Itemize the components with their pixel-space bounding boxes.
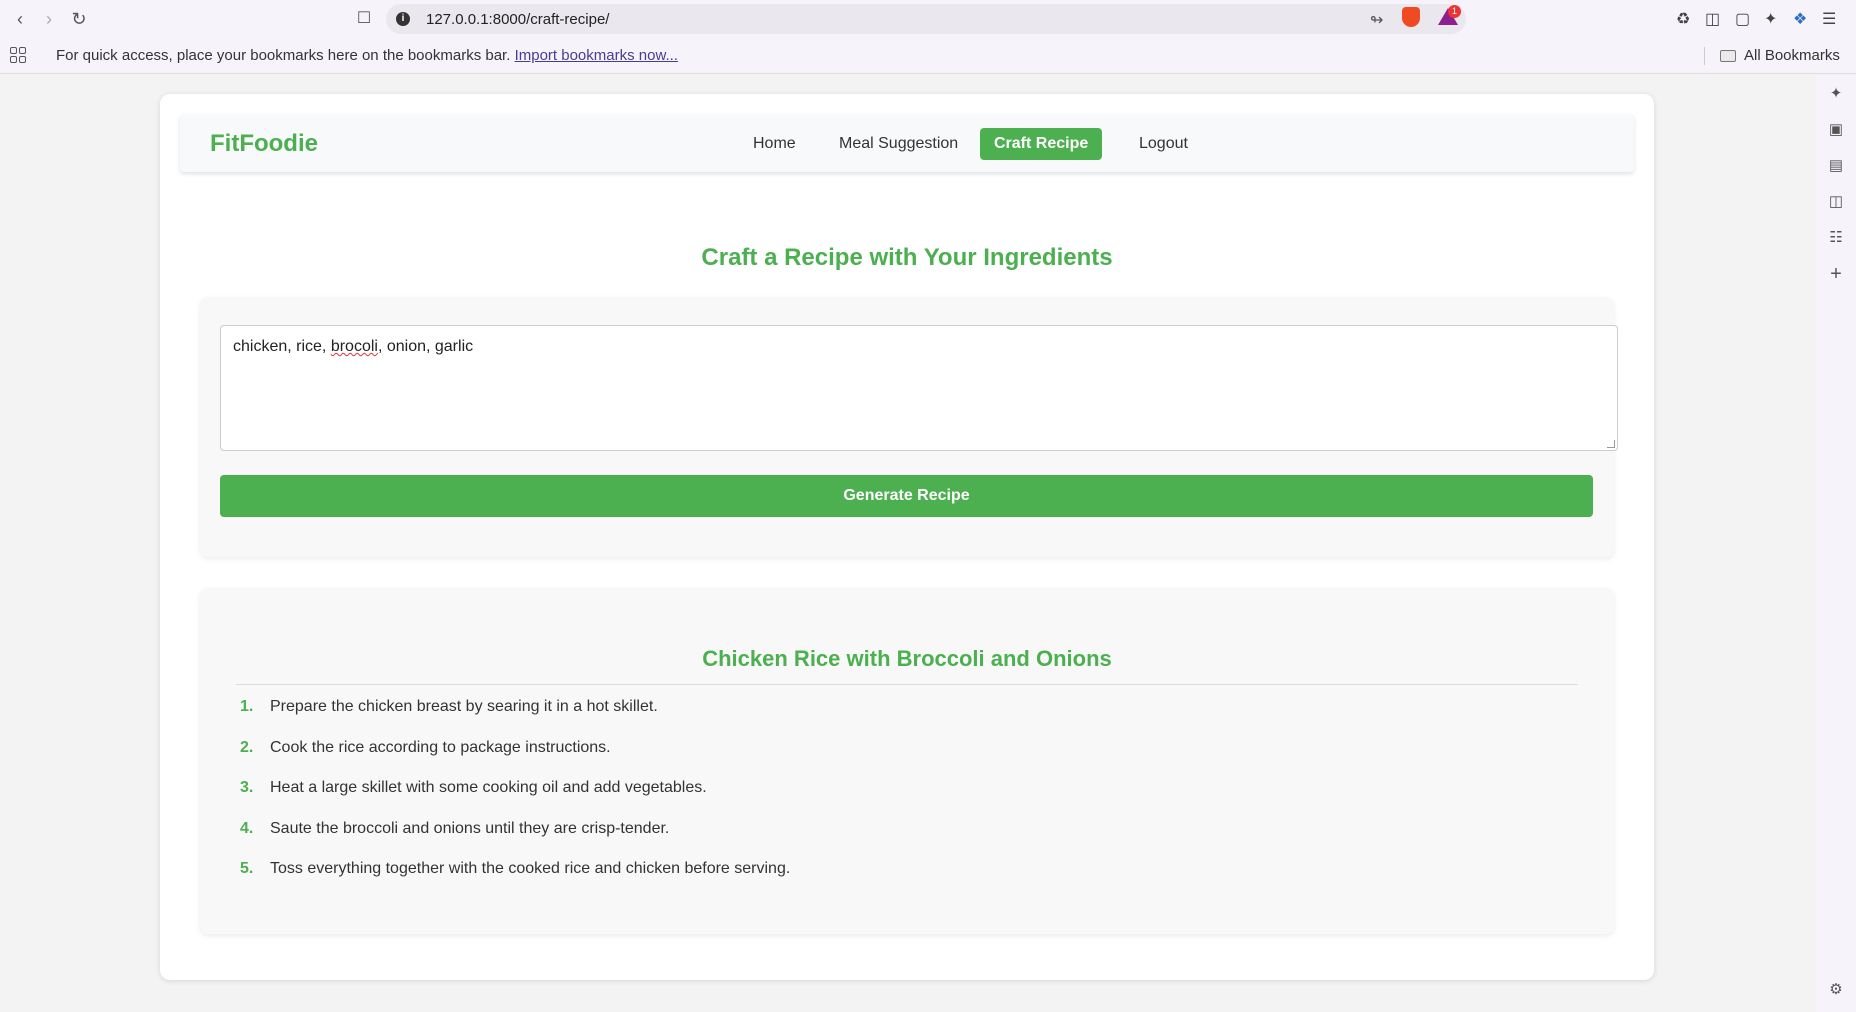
leo-ai-icon[interactable]: ✦ bbox=[1764, 9, 1777, 29]
recipe-form: chicken, rice, brocoli, onion, garlic Ge… bbox=[200, 297, 1618, 557]
ingredients-textarea[interactable]: chicken, rice, brocoli, onion, garlic bbox=[220, 325, 1618, 451]
bookmarks-icon[interactable]: ◫ bbox=[1827, 193, 1845, 211]
bookmark-icon[interactable]: ☐ bbox=[352, 8, 376, 30]
divider bbox=[1704, 47, 1705, 65]
step-number: 1. bbox=[240, 698, 254, 715]
generate-recipe-button[interactable]: Generate Recipe bbox=[220, 475, 1593, 517]
wallet-icon[interactable]: ▢ bbox=[1735, 9, 1750, 29]
settings-gear-icon[interactable]: ⚙ bbox=[1827, 981, 1845, 999]
recipe-step: 3. Heat a large skillet with some cooking… bbox=[240, 779, 707, 797]
step-text: Toss everything together with the cooked… bbox=[270, 860, 791, 877]
leo-ai-icon[interactable]: ✦ bbox=[1827, 85, 1845, 103]
back-icon[interactable]: ‹ bbox=[8, 8, 32, 30]
browser-sidebar: ✦ ▣ ▤ ◫ ☷ + ⚙ bbox=[1816, 75, 1856, 1012]
extensions-icon[interactable]: ♻ bbox=[1676, 9, 1690, 29]
wallet-icon[interactable]: ▤ bbox=[1827, 157, 1845, 175]
reading-list-icon[interactable]: ☷ bbox=[1827, 229, 1845, 247]
brave-shield-icon[interactable] bbox=[1402, 7, 1420, 27]
step-text: Saute the broccoli and onions until they… bbox=[270, 820, 670, 837]
recipe-step: 5. Toss everything together with the cook… bbox=[240, 860, 790, 878]
share-icon[interactable]: ↬ bbox=[1370, 10, 1383, 30]
vpn-icon[interactable]: ❖ bbox=[1793, 9, 1807, 29]
misspelled-word: brocoli bbox=[330, 338, 378, 355]
recipe-result: Chicken Rice with Broccoli and Onions 1.… bbox=[200, 588, 1614, 934]
import-bookmarks-link[interactable]: Import bookmarks now... bbox=[515, 47, 678, 64]
bookmarks-prompt-text: For quick access, place your bookmarks h… bbox=[56, 47, 511, 64]
resize-handle[interactable] bbox=[1607, 440, 1615, 448]
menu-icon[interactable]: ☰ bbox=[1822, 9, 1836, 29]
brand-logo[interactable]: FitFoodie bbox=[210, 130, 318, 158]
browser-toolbar: ‹ › ↻ ☐ i 127.0.0.1:8000/craft-recipe/ ↬… bbox=[0, 0, 1856, 38]
rewards-badge: 1 bbox=[1448, 5, 1461, 18]
site-info-icon[interactable]: i bbox=[396, 12, 410, 26]
page-title: Craft a Recipe with Your Ingredients bbox=[701, 244, 1113, 271]
url-text: 127.0.0.1:8000/craft-recipe/ bbox=[426, 11, 610, 28]
tabs-icon[interactable]: ▣ bbox=[1827, 121, 1845, 139]
all-bookmarks-button[interactable]: All Bookmarks bbox=[1744, 47, 1840, 64]
nav-craft-recipe[interactable]: Craft Recipe bbox=[980, 128, 1103, 160]
step-number: 4. bbox=[240, 820, 254, 837]
ingredients-text: chicken, rice, bbox=[233, 338, 331, 355]
nav-meal-suggestion[interactable]: Meal Suggestion bbox=[825, 128, 972, 160]
step-number: 3. bbox=[240, 779, 254, 796]
recipe-step: 4. Saute the broccoli and onions until th… bbox=[240, 820, 669, 838]
recipe-step: 1. Prepare the chicken breast by searing … bbox=[240, 698, 658, 716]
step-number: 5. bbox=[240, 860, 254, 877]
step-text: Cook the rice according to package instr… bbox=[270, 739, 611, 756]
bookmarks-bar: For quick access, place your bookmarks h… bbox=[0, 38, 1856, 74]
page-container: FitFoodie Home Meal Suggestion Craft Rec… bbox=[160, 94, 1654, 980]
site-navbar: FitFoodie Home Meal Suggestion Craft Rec… bbox=[180, 114, 1634, 172]
divider bbox=[236, 684, 1578, 685]
add-icon[interactable]: + bbox=[1827, 264, 1845, 284]
folder-icon bbox=[1720, 50, 1736, 62]
reload-icon[interactable]: ↻ bbox=[67, 8, 91, 30]
ingredients-text-rest: , onion, garlic bbox=[377, 338, 474, 355]
step-text: Prepare the chicken breast by searing it… bbox=[270, 698, 658, 715]
bookmarks-prompt: For quick access, place your bookmarks h… bbox=[56, 47, 678, 64]
step-number: 2. bbox=[240, 739, 254, 756]
apps-grid-icon[interactable] bbox=[10, 47, 26, 63]
sidebar-toggle-icon[interactable]: ◫ bbox=[1705, 9, 1720, 29]
forward-icon[interactable]: › bbox=[37, 8, 61, 30]
address-bar[interactable]: i 127.0.0.1:8000/craft-recipe/ ↬ bbox=[386, 4, 1466, 34]
step-text: Heat a large skillet with some cooking o… bbox=[270, 779, 707, 796]
nav-logout[interactable]: Logout bbox=[1125, 128, 1202, 160]
recipe-step: 2. Cook the rice according to package ins… bbox=[240, 739, 611, 757]
recipe-title: Chicken Rice with Broccoli and Onions bbox=[702, 646, 1112, 671]
nav-home[interactable]: Home bbox=[739, 128, 810, 160]
